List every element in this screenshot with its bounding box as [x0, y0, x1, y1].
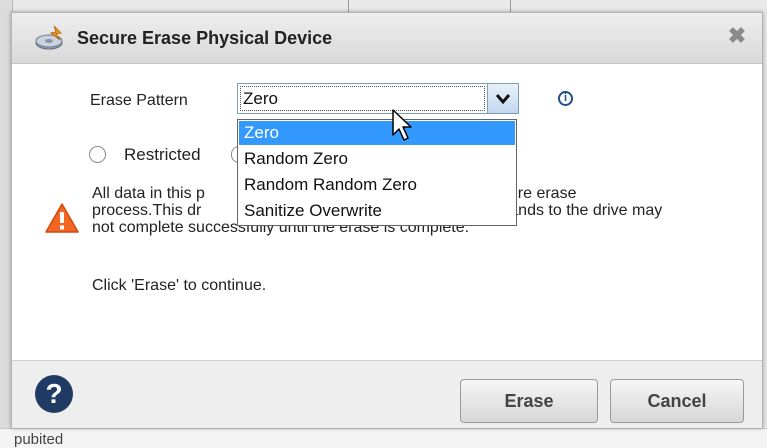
dialog-titlebar[interactable]: Secure Erase Physical Device ✖: [12, 13, 762, 64]
mouse-cursor-icon: [392, 109, 414, 148]
restricted-radio[interactable]: [89, 146, 106, 163]
dropdown-option-random-random-zero[interactable]: Random Random Zero: [239, 173, 515, 197]
focus-outline: [240, 86, 485, 111]
help-glyph: ?: [45, 378, 62, 409]
warning-line-2-right: nands to the drive may: [500, 202, 663, 219]
continue-instruction: Click 'Erase' to continue.: [92, 277, 267, 294]
cancel-button[interactable]: Cancel: [610, 379, 744, 423]
dropdown-option-random-zero[interactable]: Random Zero: [239, 147, 515, 171]
erase-pattern-label: Erase Pattern: [90, 92, 188, 109]
secure-erase-dialog: Secure Erase Physical Device ✖ Erase Pat…: [11, 12, 763, 428]
warning-line-1-left: All data in this p: [92, 185, 205, 202]
restricted-label: Restricted: [124, 145, 201, 164]
erase-pattern-dropdown[interactable]: Zero Random Zero Random Random Zero Sani…: [237, 119, 517, 226]
background-divider: [510, 0, 511, 12]
background-divider: [348, 0, 349, 12]
warning-icon: [45, 203, 79, 238]
info-icon[interactable]: i: [558, 91, 573, 106]
chevron-down-icon[interactable]: [487, 84, 518, 113]
warning-line-2-left: process.This dr: [92, 202, 202, 219]
dialog-footer: ? Erase Cancel: [12, 360, 762, 428]
dropdown-option-sanitize-overwrite[interactable]: Sanitize Overwrite: [239, 199, 515, 223]
background-table-row: [0, 428, 767, 448]
close-icon[interactable]: ✖: [726, 25, 748, 47]
erase-button[interactable]: Erase: [460, 379, 598, 423]
help-icon[interactable]: ?: [34, 374, 74, 414]
device-erase-icon: [34, 25, 66, 51]
erase-pattern-select[interactable]: Zero: [237, 83, 519, 114]
background-text: pubited: [14, 431, 64, 448]
dialog-title: Secure Erase Physical Device: [77, 28, 333, 48]
dropdown-option-zero[interactable]: Zero: [239, 121, 515, 145]
